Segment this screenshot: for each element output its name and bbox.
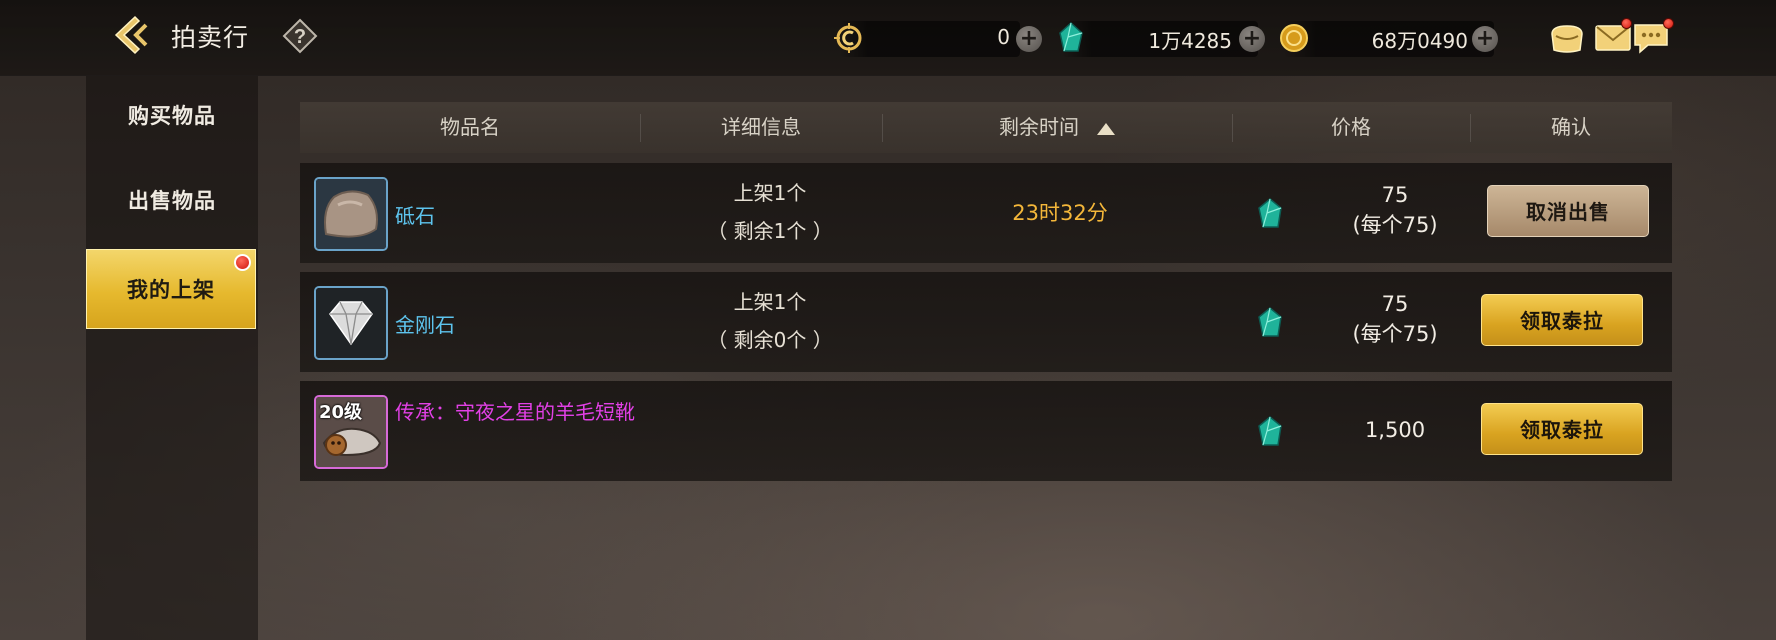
table-row: 20级 传承：守夜之星的羊毛短靴 1,500 领取泰拉 <box>300 381 1672 481</box>
claim-tera-button[interactable]: 领取泰拉 <box>1481 294 1643 346</box>
page-title: 拍卖行 <box>171 23 250 52</box>
add-gold-button[interactable]: + <box>1472 26 1498 52</box>
item-level-badge: 20级 <box>319 402 363 423</box>
back-arrow-icon[interactable] <box>108 12 154 58</box>
listing-notification-dot <box>234 254 251 271</box>
listing-detail: 上架1个 （ 剩余0个 ） <box>640 283 900 359</box>
price-total: 1,500 <box>1364 418 1426 442</box>
gem-amount: 1万4285 <box>1148 29 1232 53</box>
claim-tera-button[interactable]: 领取泰拉 <box>1481 403 1643 455</box>
remaining-quantity: （ 剩余0个 ） <box>707 328 833 352</box>
add-gem-button[interactable]: + <box>1239 26 1265 52</box>
column-header-time-label: 剩余时间 <box>999 115 1079 139</box>
table-row: 砥石 上架1个 （ 剩余1个 ） 23时32分 75 (每个75) 取消出售 <box>300 163 1672 263</box>
help-icon[interactable]: ? <box>281 17 319 55</box>
gold-amount: 68万0490 <box>1371 29 1468 53</box>
sidebar: 购买物品 出售物品 我的上架 <box>86 76 258 640</box>
price: 75 (每个75) <box>1280 289 1510 349</box>
chat-notification-dot <box>1663 18 1674 29</box>
crest-amount: 0 <box>997 25 1010 49</box>
tab-my-listings-label: 我的上架 <box>127 278 215 302</box>
item-name: 传承：守夜之星的羊毛短靴 <box>395 400 635 424</box>
wool-boots-icon[interactable]: 20级 <box>314 395 388 469</box>
price-total: 75 <box>1381 183 1409 207</box>
item-name: 砥石 <box>395 204 435 228</box>
gem-icon <box>1056 21 1090 55</box>
item-name: 金刚石 <box>395 313 455 337</box>
svg-text:?: ? <box>294 26 306 48</box>
column-header-item-name: 物品名 <box>440 115 500 139</box>
tab-sell-items[interactable]: 出售物品 <box>86 161 258 241</box>
top-bar: 拍卖行 ? 0 + 1万4285 + 68万0490 + <box>0 0 1776 76</box>
column-header-price: 价格 <box>1331 115 1371 139</box>
crest-coin-icon <box>832 21 866 55</box>
column-header-time-left[interactable]: 剩余时间 <box>882 102 1232 153</box>
tab-my-listings[interactable]: 我的上架 <box>86 249 256 329</box>
table-header: 物品名 详细信息 剩余时间 价格 确认 <box>300 102 1672 153</box>
price-total: 75 <box>1381 292 1409 316</box>
whetstone-icon[interactable] <box>314 177 388 251</box>
column-header-details: 详细信息 <box>721 115 801 139</box>
listed-quantity: 上架1个 <box>733 290 807 314</box>
column-header-confirm: 确认 <box>1551 115 1591 139</box>
gold-coin-icon <box>1277 21 1311 55</box>
price-each: (每个75) <box>1352 322 1438 346</box>
cancel-sale-button[interactable]: 取消出售 <box>1487 185 1649 237</box>
tab-buy-items[interactable]: 购买物品 <box>86 76 258 156</box>
table-row: 金刚石 上架1个 （ 剩余0个 ） 75 (每个75) 领取泰拉 <box>300 272 1672 372</box>
add-crest-button[interactable]: + <box>1016 26 1042 52</box>
diamond-icon[interactable] <box>314 286 388 360</box>
price: 75 (每个75) <box>1280 180 1510 240</box>
price-each: (每个75) <box>1352 213 1438 237</box>
time-remaining: 23时32分 <box>1012 201 1108 225</box>
sort-ascending-icon <box>1097 122 1115 135</box>
